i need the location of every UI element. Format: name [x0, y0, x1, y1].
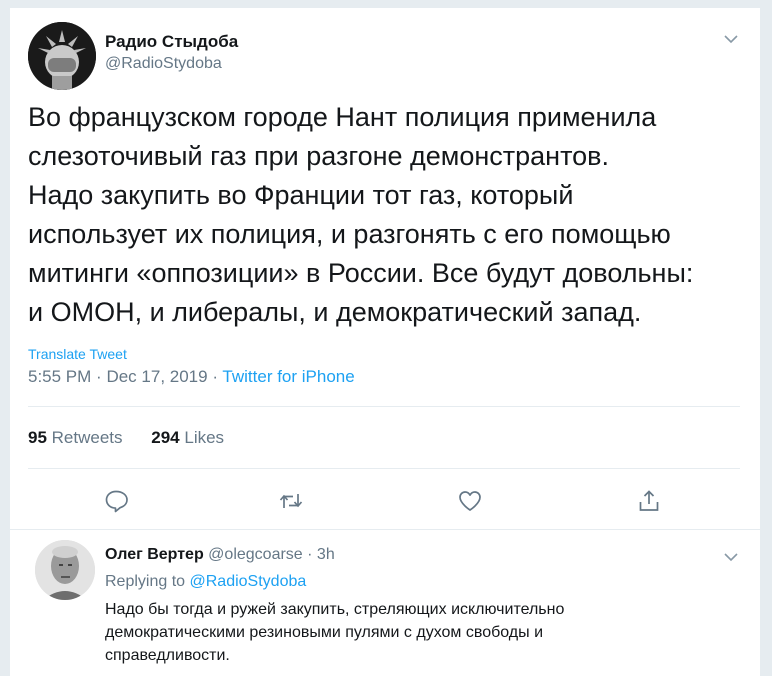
tweet-stats: 95 Retweets 294 Likes: [28, 428, 248, 448]
reply-text: Надо бы тогда и ружей закупить, стреляющ…: [105, 601, 565, 664]
replying-to-label: Replying to: [105, 573, 186, 590]
avatar[interactable]: [28, 22, 96, 90]
likes-stat[interactable]: 294 Likes: [151, 428, 224, 447]
tweet-card: Радио Стыдоба @RadioStydoba Во французск…: [9, 8, 761, 676]
retweets-stat[interactable]: 95 Retweets: [28, 428, 123, 447]
retweets-count: 95: [28, 428, 47, 447]
divider: [28, 406, 740, 407]
likes-label: Likes: [184, 428, 225, 447]
share-icon[interactable]: [636, 488, 662, 514]
reply-author-name[interactable]: Олег Вертер: [105, 546, 204, 563]
reply-header: Олег Вертер @olegcoarse · 3h: [105, 546, 335, 564]
divider: [10, 529, 760, 530]
replying-to: Replying to @RadioStydoba: [105, 573, 306, 591]
divider: [28, 468, 740, 469]
reply-author-handle[interactable]: @olegcoarse: [208, 546, 303, 563]
retweets-label: Retweets: [51, 428, 123, 447]
author-handle[interactable]: @RadioStydoba: [105, 55, 222, 73]
chevron-down-icon[interactable]: [722, 30, 740, 48]
user-photo-icon: [35, 540, 95, 600]
translate-tweet-link[interactable]: Translate Tweet: [28, 346, 127, 362]
tweet-source-link[interactable]: Twitter for iPhone: [222, 367, 354, 386]
like-icon[interactable]: [457, 488, 483, 514]
chevron-down-icon[interactable]: [722, 548, 740, 566]
tweet-date[interactable]: Dec 17, 2019: [106, 367, 207, 386]
retweet-icon[interactable]: [278, 488, 304, 514]
reply-time[interactable]: 3h: [317, 546, 335, 563]
statue-of-liberty-avatar-icon: [28, 22, 96, 90]
reply-separator: ·: [307, 546, 313, 563]
meta-separator: ·: [212, 367, 218, 386]
meta-separator: ·: [96, 367, 102, 386]
reply-icon[interactable]: [103, 488, 129, 514]
likes-count: 294: [151, 428, 180, 447]
replying-to-mention[interactable]: @RadioStydoba: [190, 573, 307, 590]
reply-avatar[interactable]: [35, 540, 95, 600]
author-name[interactable]: Радио Стыдоба: [105, 32, 238, 52]
tweet-time[interactable]: 5:55 PM: [28, 367, 91, 386]
tweet-meta: 5:55 PM · Dec 17, 2019 · Twitter for iPh…: [28, 367, 355, 387]
tweet-text: Во французском городе Нант полиция приме…: [28, 102, 694, 327]
